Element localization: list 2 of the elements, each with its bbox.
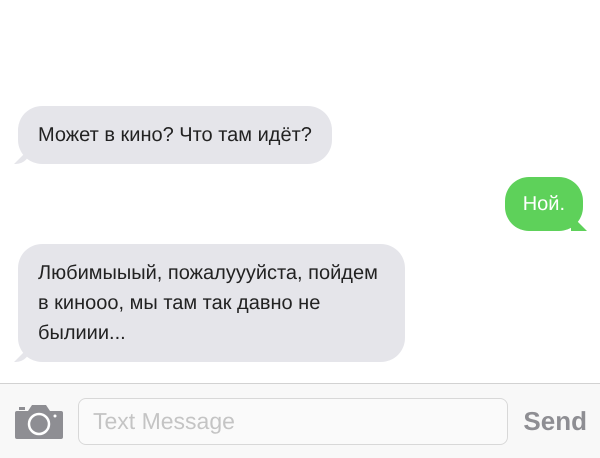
camera-icon[interactable] bbox=[15, 403, 63, 439]
send-button[interactable]: Send bbox=[523, 406, 587, 436]
